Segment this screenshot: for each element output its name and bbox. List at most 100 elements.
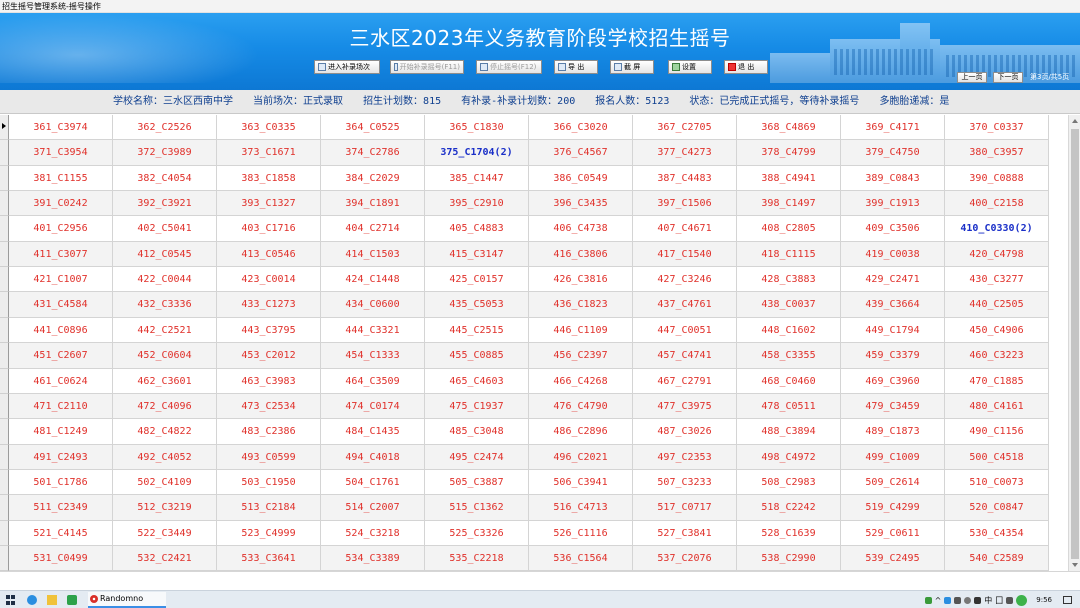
grid-cell[interactable]: 506_C3941	[529, 470, 633, 495]
grid-cell[interactable]: 526_C1116	[529, 521, 633, 546]
row-header[interactable]	[0, 115, 9, 140]
vertical-scrollbar[interactable]	[1068, 115, 1080, 571]
next-page-button[interactable]: 下一页	[993, 72, 1023, 83]
grid-cell[interactable]: 511_C2349	[9, 495, 113, 521]
grid-cell[interactable]: 521_C4145	[9, 521, 113, 546]
grid-cell[interactable]: 502_C4109	[113, 470, 217, 495]
grid-cell[interactable]: 492_C4052	[113, 445, 217, 470]
grid-cell[interactable]: 514_C2007	[321, 495, 425, 521]
grid-cell[interactable]: 499_C1009	[841, 445, 945, 470]
grid-cell[interactable]: 440_C2505	[945, 292, 1049, 318]
grid-cell[interactable]: 435_C5053	[425, 292, 529, 318]
grid-cell[interactable]: 418_C1115	[737, 242, 841, 267]
grid-cell[interactable]: 384_C2029	[321, 166, 425, 191]
grid-cell[interactable]: 470_C1885	[945, 369, 1049, 394]
notification-icon[interactable]	[1063, 596, 1072, 604]
grid-cell[interactable]: 442_C2521	[113, 318, 217, 343]
grid-cell[interactable]: 364_C0525	[321, 115, 425, 140]
grid-cell[interactable]: 432_C3336	[113, 292, 217, 318]
scroll-thumb[interactable]	[1071, 129, 1079, 559]
grid-cell[interactable]: 480_C4161	[945, 394, 1049, 419]
grid-cell[interactable]: 376_C4567	[529, 140, 633, 166]
grid-cell[interactable]: 510_C0073	[945, 470, 1049, 495]
grid-cell[interactable]: 536_C1564	[529, 546, 633, 571]
row-header[interactable]	[0, 343, 9, 369]
globe-icon[interactable]	[964, 596, 972, 604]
grid-cell[interactable]: 396_C3435	[529, 191, 633, 216]
grid-cell[interactable]: 459_C3379	[841, 343, 945, 369]
grid-cell[interactable]: 504_C1761	[321, 470, 425, 495]
grid-cell[interactable]: 500_C4518	[945, 445, 1049, 470]
grid-cell[interactable]: 479_C3459	[841, 394, 945, 419]
grid-cell[interactable]: 497_C2353	[633, 445, 737, 470]
grid-cell[interactable]: 512_C3219	[113, 495, 217, 521]
row-header[interactable]	[0, 470, 9, 495]
grid-cell[interactable]: 477_C3975	[633, 394, 737, 419]
stop-draw-button[interactable]: 停止摇号(F12)	[476, 60, 542, 74]
taskbar-app-randomno[interactable]: Randomno	[88, 592, 166, 608]
grid-cell[interactable]: 383_C1858	[217, 166, 321, 191]
settings-tray-icon[interactable]	[1006, 596, 1014, 604]
grid-cell[interactable]: 452_C0604	[113, 343, 217, 369]
screenshot-button[interactable]: 截 屏	[610, 60, 654, 74]
grid-cell[interactable]: 498_C4972	[737, 445, 841, 470]
grid-cell[interactable]: 385_C1447	[425, 166, 529, 191]
grid-cell[interactable]: 374_C2786	[321, 140, 425, 166]
grid-cell[interactable]: 379_C4750	[841, 140, 945, 166]
row-header[interactable]	[0, 546, 9, 571]
grid-cell[interactable]: 426_C3816	[529, 267, 633, 292]
network-icon[interactable]	[944, 596, 952, 604]
grid-cell[interactable]: 476_C4790	[529, 394, 633, 419]
grid-cell[interactable]: 414_C1503	[321, 242, 425, 267]
grid-cell[interactable]: 468_C0460	[737, 369, 841, 394]
grid-cell[interactable]: 365_C1830	[425, 115, 529, 140]
grid-cell[interactable]: 537_C2076	[633, 546, 737, 571]
grid-cell[interactable]: 447_C0051	[633, 318, 737, 343]
grid-cell[interactable]: 455_C0885	[425, 343, 529, 369]
grid-cell[interactable]: 515_C1362	[425, 495, 529, 521]
grid-cell[interactable]: 399_C1913	[841, 191, 945, 216]
row-header[interactable]	[0, 292, 9, 318]
row-header[interactable]	[0, 521, 9, 546]
grid-cell[interactable]: 513_C2184	[217, 495, 321, 521]
grid-cell[interactable]: 448_C1602	[737, 318, 841, 343]
row-header[interactable]	[0, 191, 9, 216]
grid-cell[interactable]: 427_C3246	[633, 267, 737, 292]
grid-cell[interactable]: 486_C2896	[529, 419, 633, 445]
grid-cell[interactable]: 508_C2983	[737, 470, 841, 495]
grid-cell[interactable]: 400_C2158	[945, 191, 1049, 216]
windows-start-icon[interactable]	[6, 595, 16, 605]
grid-cell[interactable]: 505_C3887	[425, 470, 529, 495]
grid-cell[interactable]: 380_C3957	[945, 140, 1049, 166]
grid-cell[interactable]: 485_C3048	[425, 419, 529, 445]
start-makeup-draw-button[interactable]: 开始补录摇号(F11)	[390, 60, 464, 74]
grid-cell[interactable]: 471_C2110	[9, 394, 113, 419]
edge-browser-icon[interactable]	[27, 595, 37, 605]
grid-cell[interactable]: 522_C3449	[113, 521, 217, 546]
grid-cell[interactable]: 496_C2021	[529, 445, 633, 470]
grid-cell[interactable]: 366_C3020	[529, 115, 633, 140]
grid-cell[interactable]: 371_C3954	[9, 140, 113, 166]
scroll-up-icon[interactable]	[1072, 119, 1078, 123]
grid-cell[interactable]: 417_C1540	[633, 242, 737, 267]
grid-cell[interactable]: 369_C4171	[841, 115, 945, 140]
grid-cell[interactable]: 503_C1950	[217, 470, 321, 495]
row-header[interactable]	[0, 495, 9, 521]
grid-cell[interactable]: 491_C2493	[9, 445, 113, 470]
grid-cell[interactable]: 446_C1109	[529, 318, 633, 343]
grid-cell[interactable]: 373_C1671	[217, 140, 321, 166]
grid-cell[interactable]: 411_C3077	[9, 242, 113, 267]
ime-mode[interactable]: 囗	[995, 595, 1003, 606]
grid-cell[interactable]: 430_C3277	[945, 267, 1049, 292]
grid-cell[interactable]: 389_C0843	[841, 166, 945, 191]
grid-cell[interactable]: 472_C4096	[113, 394, 217, 419]
grid-cell[interactable]: 381_C1155	[9, 166, 113, 191]
grid-cell[interactable]: 403_C1716	[217, 216, 321, 242]
grid-cell[interactable]: 370_C0337	[945, 115, 1049, 140]
grid-cell[interactable]: 424_C1448	[321, 267, 425, 292]
grid-cell[interactable]: 527_C3841	[633, 521, 737, 546]
grid-cell[interactable]: 473_C2534	[217, 394, 321, 419]
grid-cell[interactable]: 378_C4799	[737, 140, 841, 166]
system-clock[interactable]: 9:56	[1036, 596, 1052, 604]
grid-cell[interactable]: 406_C4738	[529, 216, 633, 242]
